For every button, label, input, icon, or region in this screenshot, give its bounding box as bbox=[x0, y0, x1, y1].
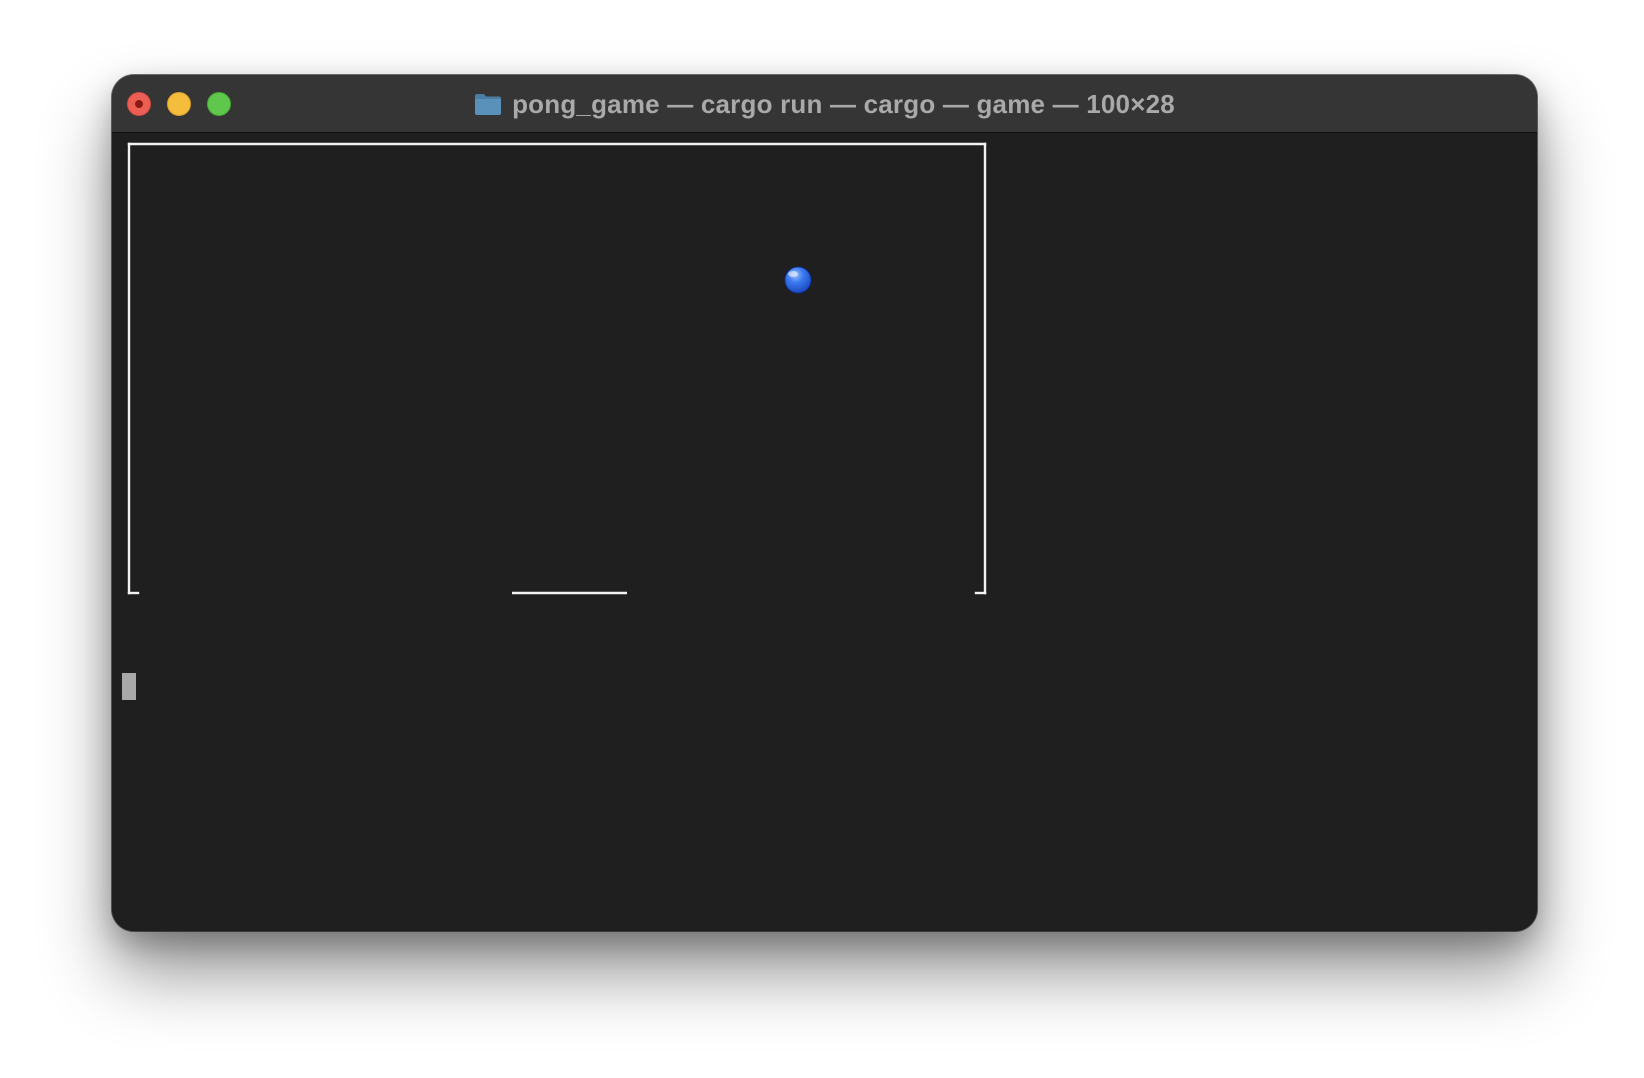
pong-board bbox=[127, 142, 987, 595]
terminal-content[interactable] bbox=[112, 133, 1537, 931]
folder-icon bbox=[474, 92, 502, 116]
ball bbox=[784, 266, 812, 294]
window-title-container: pong_game — cargo run — cargo — game — 1… bbox=[112, 75, 1537, 133]
board-border bbox=[127, 142, 987, 595]
terminal-window: pong_game — cargo run — cargo — game — 1… bbox=[112, 75, 1537, 931]
terminal-cursor bbox=[122, 673, 136, 700]
window-title: pong_game — cargo run — cargo — game — 1… bbox=[512, 88, 1175, 119]
ball-highlight bbox=[788, 271, 798, 277]
title-bar[interactable]: pong_game — cargo run — cargo — game — 1… bbox=[112, 75, 1537, 133]
